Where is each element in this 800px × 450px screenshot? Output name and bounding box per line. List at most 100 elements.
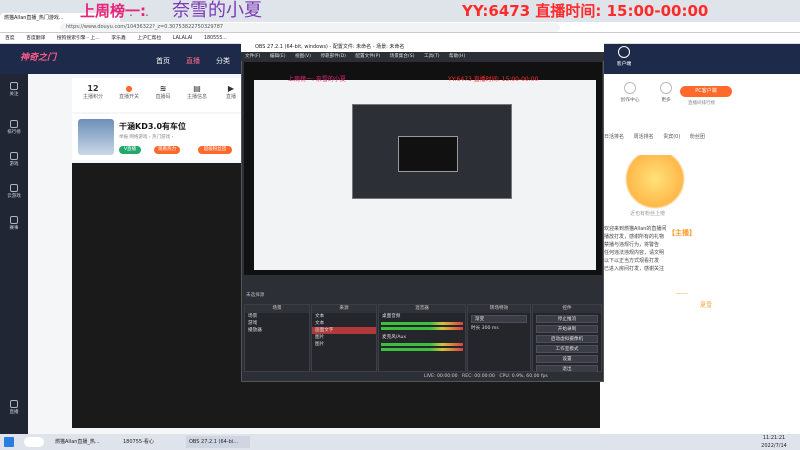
stat-host-info[interactable]: ▤ 主播信息 xyxy=(180,84,214,100)
scene-item[interactable]: 播放器 xyxy=(245,327,309,334)
left-nav-games[interactable]: 游戏 xyxy=(0,150,28,172)
transition-select[interactable]: 渐变 xyxy=(471,315,527,323)
stop-streaming-button[interactable]: 停止推流 xyxy=(536,315,598,323)
bookmark[interactable]: 百度 xyxy=(5,36,15,41)
controls-header: 控件 xyxy=(533,305,601,313)
left-nav-label: 关注 xyxy=(9,92,19,97)
nav-category[interactable]: 分类 xyxy=(216,56,230,66)
settings-button[interactable]: 设置 xyxy=(536,355,598,363)
creator-label: 创作中心 xyxy=(620,98,640,103)
tab-vip[interactable]: 贵宾(0) xyxy=(663,134,680,140)
start-recording-button[interactable]: 开始录制 xyxy=(536,325,598,333)
bookmark[interactable]: 上沪汇帮拉 xyxy=(137,36,161,41)
nav-home[interactable]: 首页 xyxy=(156,56,170,66)
gamepad-icon xyxy=(10,152,18,160)
source-item-selected[interactable]: 画面文字 xyxy=(312,327,376,334)
left-nav-cloud-game[interactable]: 云游戏 xyxy=(0,182,28,204)
chat-line: 以下以正当方式观看打发 xyxy=(604,258,660,264)
taskbar-app[interactable]: 180755-看心 xyxy=(120,436,170,448)
mixer-header: 混音器 xyxy=(379,305,465,313)
bookmark[interactable]: LALALAI xyxy=(173,36,193,41)
tab-weekly-rank[interactable]: 周活排名 xyxy=(634,134,654,140)
virtual-camera-button[interactable]: 启动虚拟摄像机 xyxy=(536,335,598,343)
creator-center-button[interactable]: 创作中心 xyxy=(610,82,650,103)
site-logo[interactable]: 神奇之门 xyxy=(20,50,90,68)
source-item[interactable]: 图片 xyxy=(312,334,376,341)
live-time: LIVE: 00:00:00 xyxy=(424,374,458,379)
menu-profile[interactable]: 配置文件(P) xyxy=(355,54,380,59)
menu-file[interactable]: 文件(F) xyxy=(245,54,260,59)
start-icon[interactable] xyxy=(4,437,14,447)
duration-value[interactable]: 300 ms xyxy=(482,326,499,331)
bookmark[interactable]: 李乐鑫 xyxy=(111,36,125,41)
source-item[interactable]: 文本 xyxy=(312,320,376,327)
source-item[interactable]: 文本 xyxy=(312,313,376,320)
sources-header: 来源 xyxy=(312,305,376,313)
studio-mode-button[interactable]: 工作室模式 xyxy=(536,345,598,353)
tab-daily-rank[interactable]: 日活排名 xyxy=(604,134,624,140)
stat-points[interactable]: 12 主播积分 xyxy=(76,84,110,100)
taskbar-browser[interactable]: 燃猫Allan直播_热... xyxy=(52,436,112,448)
cpu-fps: CPU: 0.9%, 60.00 fps xyxy=(499,374,548,379)
mixer-meter xyxy=(381,327,463,330)
tab-fan-club[interactable]: 粉丝团 xyxy=(690,134,705,140)
no-source-label: 未选择源 xyxy=(246,293,265,298)
mixer-meter xyxy=(381,348,463,351)
stat-stream-code[interactable]: ≋ 直播码 xyxy=(146,84,180,100)
heat-chip[interactable]: 观看热力 xyxy=(154,146,180,154)
left-nav-label: 排行榜 xyxy=(7,130,21,135)
overlay-yy-schedule: YY:6473 直播时间: 15:00-00:00 xyxy=(462,2,709,20)
fan-club-chip[interactable]: 超级粉丝团 xyxy=(198,146,232,154)
sources-panel: 来源 文本 文本 画面文字 图片 图片 xyxy=(311,304,377,372)
scene-item[interactable]: 游戏 xyxy=(245,320,309,327)
bookmark[interactable]: 180555... xyxy=(204,36,227,41)
menu-docks[interactable]: 停靠部件(D) xyxy=(320,54,346,59)
left-nav-follow[interactable]: 关注 xyxy=(0,80,28,102)
controls-panel: 控件 停止推流 开始录制 启动虚拟摄像机 工作室模式 设置 退出 xyxy=(532,304,602,373)
danmu-host: 【主播】 xyxy=(668,229,696,237)
heart-icon xyxy=(10,82,18,90)
left-nav-live[interactable]: 直播 xyxy=(0,398,28,420)
host-avatar[interactable] xyxy=(78,119,114,155)
menu-scene-collection[interactable]: 场景集合(S) xyxy=(390,54,415,59)
bookmark[interactable]: 百度翻译 xyxy=(26,36,45,41)
pc-client-button[interactable]: PC客户端 xyxy=(680,86,732,97)
scenes-panel: 场景 场景 游戏 播放器 xyxy=(244,304,310,372)
left-nav-rank[interactable]: 排行榜 xyxy=(0,118,28,140)
stat-live-switch[interactable]: ● 直播开关 xyxy=(112,84,146,100)
client-button[interactable]: 客户端 xyxy=(604,46,644,67)
rank-tabs: 日活排名 周活排名 贵宾(0) 粉丝团 xyxy=(604,133,734,143)
taskbar-obs[interactable]: OBS 27.2.1 (64-bi... xyxy=(186,436,250,448)
scene-item[interactable]: 场景 xyxy=(245,313,309,320)
room-rank-link[interactable]: 直播间排行榜 xyxy=(688,100,715,106)
trophy-icon xyxy=(10,216,18,224)
clock-time: 11:21:21 xyxy=(762,435,786,441)
menu-edit[interactable]: 编辑(E) xyxy=(270,54,286,59)
obs-preview-controls: 未选择源 xyxy=(244,288,602,302)
bookmark[interactable]: 搜狗搜索引擎 - 上... xyxy=(57,36,100,41)
menu-tools[interactable]: 工具(T) xyxy=(424,54,440,59)
taskbar-clock[interactable]: 11:21:21 2022/7/14 xyxy=(750,434,798,450)
preview-overlay-left: 上周榜一: 奈雪的小夏 xyxy=(288,76,346,83)
obs-status-bar: LIVE: 00:00:00 REC: 00:00:00 CPU: 0.9%, … xyxy=(244,372,602,381)
chat-line: 已进入房间打发，感谢关注 xyxy=(604,266,665,272)
client-label: 客户端 xyxy=(616,62,632,67)
stat-label: 直播码 xyxy=(155,94,171,100)
menu-help[interactable]: 帮助(H) xyxy=(449,54,465,59)
toggle-icon: ● xyxy=(125,84,133,93)
source-item[interactable]: 图片 xyxy=(312,341,376,348)
address-input[interactable]: https://www.douyu.com/10436322?_z=0.3075… xyxy=(60,23,560,32)
overlay-top-fan-name: 奈雪的小夏 xyxy=(172,0,262,21)
room-breadcrumb[interactable]: 举报 网络游戏 › 热门游戏 › xyxy=(119,134,173,140)
left-nav-events[interactable]: 赛事 xyxy=(0,214,28,236)
taskbar-search[interactable] xyxy=(24,437,44,447)
v-live-chip[interactable]: V直播 xyxy=(119,146,141,154)
transitions-panel: 转场特效 渐变 时长 300 ms xyxy=(467,304,531,372)
mixer-track-label: 桌面音频 xyxy=(382,314,401,319)
menu-view[interactable]: 视图(V) xyxy=(295,54,311,59)
clock-date: 2022/7/14 xyxy=(761,443,787,449)
left-nav-label: 游戏 xyxy=(9,162,19,167)
rank-empty-text: 近也有粉丝上榜 xyxy=(630,211,666,217)
nav-live[interactable]: 直播 xyxy=(186,56,200,66)
mixer-meter xyxy=(381,322,463,325)
